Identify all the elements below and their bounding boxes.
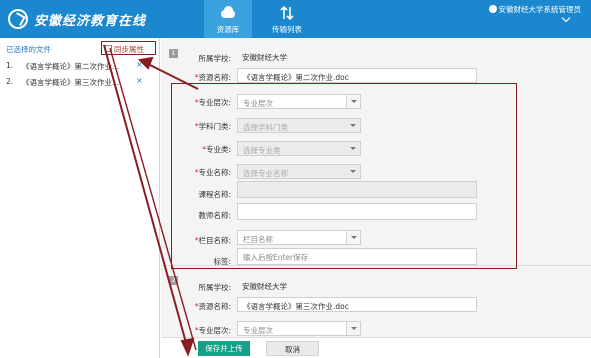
tab-label: 资源库 xyxy=(216,25,240,34)
annotation-highlight-box xyxy=(171,83,517,269)
tab-resource-library[interactable]: 资源库 xyxy=(204,0,252,38)
school-label: 所属学校: xyxy=(198,54,231,63)
file-list-item[interactable]: 1. 《语言学概论》第二次作业... × xyxy=(0,58,160,72)
app-header: 安徽经济教育在线 资源库 传输列表 安徽财经大学系统管理员 xyxy=(0,0,591,38)
school-value: 安徽财经大学 xyxy=(242,282,287,291)
file-index: 1. xyxy=(6,61,14,70)
dropdown-arrow-icon xyxy=(346,322,360,335)
user-menu[interactable]: 安徽财经大学系统管理员 xyxy=(488,4,582,15)
level-select[interactable]: 专业层次 xyxy=(237,321,361,336)
tab-transfer-list[interactable]: 传输列表 xyxy=(263,0,311,38)
file-list-item[interactable]: 2. 《语言学概论》第三次作业... × xyxy=(0,74,160,88)
save-and-upload-button[interactable]: 保存并上传 xyxy=(198,341,250,356)
sync-checkbox[interactable] xyxy=(105,45,112,52)
logo-icon xyxy=(8,9,28,29)
chevron-down-icon[interactable] xyxy=(561,17,571,22)
resource-name-input[interactable]: 《语言学概论》第三次作业.doc xyxy=(237,297,477,312)
school-value: 安徽财经大学 xyxy=(242,53,287,62)
cancel-button[interactable]: 取消 xyxy=(266,341,319,356)
panel-header: 已选择的文件 同步属性 xyxy=(0,40,160,56)
level-label: *专业层次: xyxy=(194,326,231,335)
remove-icon[interactable]: × xyxy=(136,60,143,69)
resource-name-label: *资源名称: xyxy=(194,73,231,82)
tab-label: 传输列表 xyxy=(272,25,302,34)
form-footer: 保存并上传 取消 xyxy=(161,337,591,358)
user-icon xyxy=(488,5,497,13)
resource-name-label: *资源名称: xyxy=(194,302,231,311)
file-name: 《语言学概论》第三次作业... xyxy=(22,78,120,87)
remove-icon[interactable]: × xyxy=(136,76,143,85)
file-index: 2. xyxy=(6,77,14,86)
user-name: 安徽财经大学系统管理员 xyxy=(498,5,582,14)
transfer-icon xyxy=(278,5,296,21)
file-name: 《语言学概论》第二次作业... xyxy=(22,62,120,71)
sync-properties-toggle[interactable]: 同步属性 xyxy=(101,41,156,55)
sync-label: 同步属性 xyxy=(114,45,144,54)
selected-files-panel: 已选择的文件 同步属性 1. 《语言学概论》第二次作业... × 2. 《语言学… xyxy=(0,38,160,358)
cloud-icon xyxy=(219,5,237,21)
panel-title: 已选择的文件 xyxy=(6,45,51,54)
resource-name-input[interactable]: 《语言学概论》第二次作业.doc xyxy=(237,68,477,83)
school-label: 所属学校: xyxy=(198,283,231,292)
brand-title: 安徽经济教育在线 xyxy=(34,14,147,29)
